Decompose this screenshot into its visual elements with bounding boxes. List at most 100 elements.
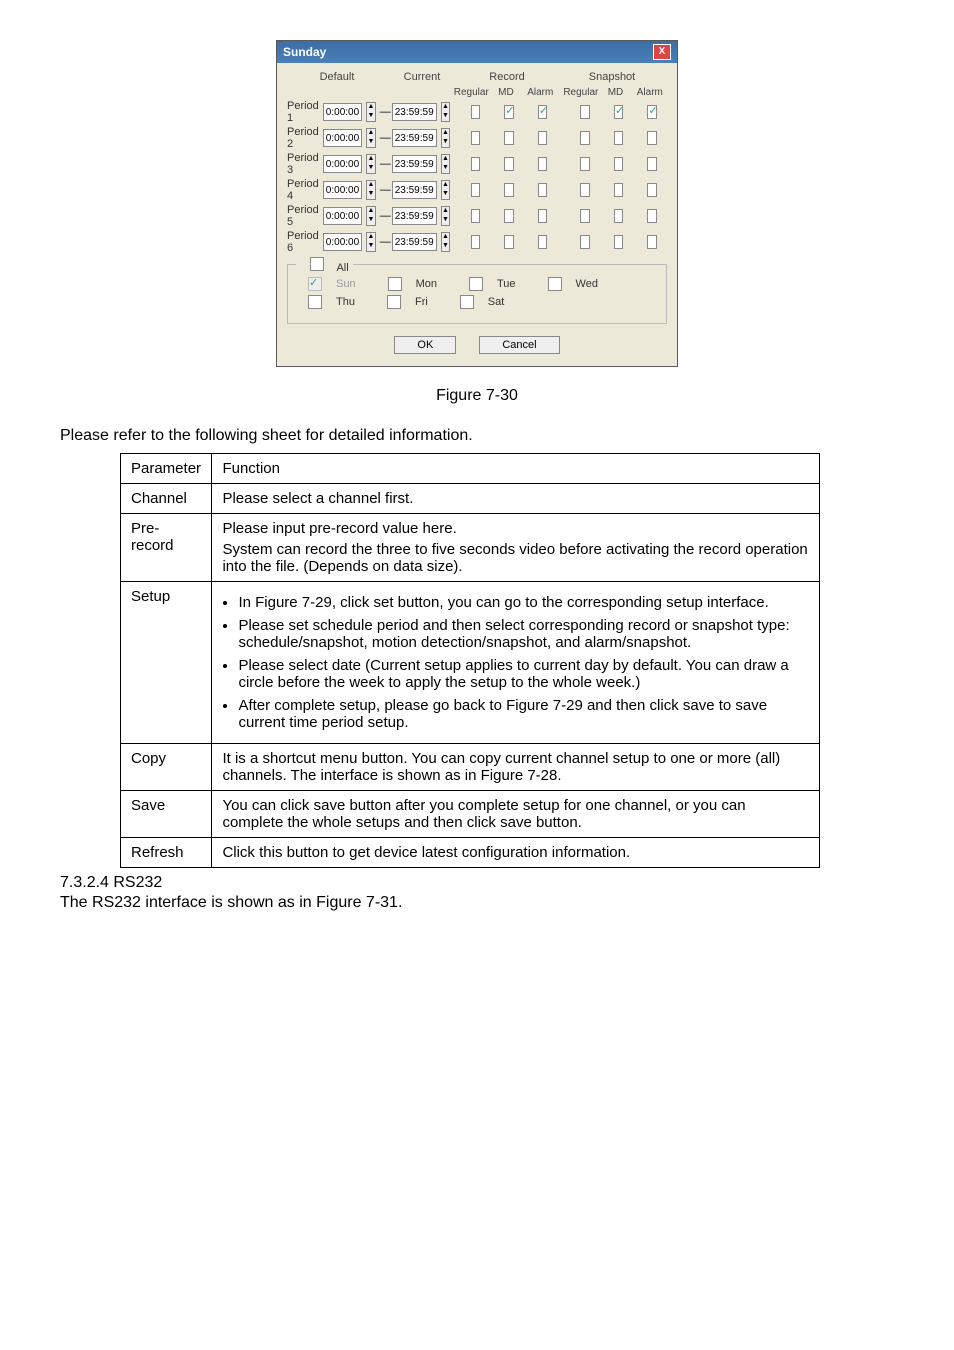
setup-b1: In Figure 7-29, click set button, you ca… <box>238 594 809 611</box>
sub-rec-regular: Regular <box>454 87 489 98</box>
period-from-input[interactable]: 0:00:00 <box>323 129 362 147</box>
header-default: Default <box>287 71 387 83</box>
table-row: Refresh Click this button to get device … <box>121 838 820 868</box>
spinner-icon[interactable]: ▲▼ <box>366 102 376 122</box>
spinner-icon[interactable]: ▲▼ <box>441 180 451 200</box>
day-wed-checkbox[interactable] <box>548 277 562 291</box>
snap-alarm-checkbox[interactable] <box>647 235 657 249</box>
spinner-icon[interactable]: ▲▼ <box>366 128 376 148</box>
period-to-input[interactable]: 23:59:59 <box>392 181 437 199</box>
day-thu-checkbox[interactable] <box>308 295 322 309</box>
cell-param: Copy <box>121 744 212 791</box>
cell-param: Save <box>121 791 212 838</box>
snap-regular-checkbox[interactable] <box>580 105 590 119</box>
sub-rec-alarm: Alarm <box>523 87 557 98</box>
dash-icon: — <box>380 210 388 222</box>
spinner-icon[interactable]: ▲▼ <box>441 102 451 122</box>
cell-param: Pre-record <box>121 514 212 582</box>
spinner-icon[interactable]: ▲▼ <box>366 206 376 226</box>
snap-regular-checkbox[interactable] <box>580 157 590 171</box>
rec-regular-checkbox[interactable] <box>471 157 481 171</box>
snap-md-checkbox[interactable] <box>614 105 624 119</box>
spinner-icon[interactable]: ▲▼ <box>441 154 451 174</box>
spinner-icon[interactable]: ▲▼ <box>366 154 376 174</box>
snap-md-checkbox[interactable] <box>614 131 624 145</box>
header-snapshot: Snapshot <box>557 71 667 83</box>
rec-alarm-checkbox[interactable] <box>538 235 548 249</box>
day-mon-checkbox[interactable] <box>388 277 402 291</box>
period-from-input[interactable]: 0:00:00 <box>323 207 362 225</box>
rec-md-checkbox[interactable] <box>504 157 514 171</box>
period-to-input[interactable]: 23:59:59 <box>392 207 437 225</box>
period-row: Period 40:00:00▲▼—23:59:59▲▼ <box>287 178 667 202</box>
snap-md-checkbox[interactable] <box>614 183 624 197</box>
rec-alarm-checkbox[interactable] <box>538 105 548 119</box>
snap-alarm-checkbox[interactable] <box>647 131 657 145</box>
ok-button[interactable]: OK <box>394 336 456 354</box>
rec-alarm-checkbox[interactable] <box>538 209 548 223</box>
intro-text: Please refer to the following sheet for … <box>60 427 894 445</box>
day-wed: Wed <box>576 278 598 290</box>
period-from-input[interactable]: 0:00:00 <box>323 155 362 173</box>
cancel-button[interactable]: Cancel <box>479 336 559 354</box>
all-days-fieldset: All Sun Mon Tue Wed Thu Fri Sat <box>287 264 667 324</box>
dash-icon: — <box>380 236 388 248</box>
snap-md-checkbox[interactable] <box>614 235 624 249</box>
period-row: Period 10:00:00▲▼—23:59:59▲▼ <box>287 100 667 124</box>
period-to-input[interactable]: 23:59:59 <box>392 129 437 147</box>
snap-alarm-checkbox[interactable] <box>647 157 657 171</box>
cell-param: Setup <box>121 582 212 744</box>
snap-md-checkbox[interactable] <box>614 209 624 223</box>
snap-regular-checkbox[interactable] <box>580 183 590 197</box>
day-tue-checkbox[interactable] <box>469 277 483 291</box>
period-to-input[interactable]: 23:59:59 <box>392 233 437 251</box>
day-fri-checkbox[interactable] <box>387 295 401 309</box>
rec-alarm-checkbox[interactable] <box>538 183 548 197</box>
rec-md-checkbox[interactable] <box>504 235 514 249</box>
snap-alarm-checkbox[interactable] <box>647 105 657 119</box>
dash-icon: — <box>380 106 388 118</box>
spinner-icon[interactable]: ▲▼ <box>441 128 451 148</box>
snap-alarm-checkbox[interactable] <box>647 183 657 197</box>
figure-caption: Figure 7-30 <box>60 387 894 405</box>
spinner-icon[interactable]: ▲▼ <box>366 180 376 200</box>
setup-b2: Please set schedule period and then sele… <box>238 617 809 651</box>
period-from-input[interactable]: 0:00:00 <box>323 233 362 251</box>
rec-regular-checkbox[interactable] <box>471 105 481 119</box>
rec-regular-checkbox[interactable] <box>471 131 481 145</box>
period-label: Period 6 <box>287 230 319 254</box>
rec-regular-checkbox[interactable] <box>471 235 481 249</box>
sub-headers: Regular MD Alarm Regular MD Alarm <box>287 87 667 98</box>
snap-md-checkbox[interactable] <box>614 157 624 171</box>
rec-regular-checkbox[interactable] <box>471 183 481 197</box>
dialog-title-bar: Sunday X <box>277 41 677 63</box>
close-icon[interactable]: X <box>653 44 671 60</box>
rec-md-checkbox[interactable] <box>504 131 514 145</box>
rec-md-checkbox[interactable] <box>504 105 514 119</box>
day-sat-checkbox[interactable] <box>460 295 474 309</box>
period-from-input[interactable]: 0:00:00 <box>323 181 362 199</box>
period-from-input[interactable]: 0:00:00 <box>323 103 362 121</box>
rec-md-checkbox[interactable] <box>504 183 514 197</box>
snap-alarm-checkbox[interactable] <box>647 209 657 223</box>
rec-alarm-checkbox[interactable] <box>538 131 548 145</box>
snap-regular-checkbox[interactable] <box>580 209 590 223</box>
snap-regular-checkbox[interactable] <box>580 235 590 249</box>
period-to-input[interactable]: 23:59:59 <box>392 155 437 173</box>
rec-alarm-checkbox[interactable] <box>538 157 548 171</box>
period-to-input[interactable]: 23:59:59 <box>392 103 437 121</box>
rec-md-checkbox[interactable] <box>504 209 514 223</box>
cell-func: Please input pre-record value here. Syst… <box>212 514 820 582</box>
rec-regular-checkbox[interactable] <box>471 209 481 223</box>
dash-icon: — <box>380 158 388 170</box>
sub-snap-regular: Regular <box>563 87 598 98</box>
snap-regular-checkbox[interactable] <box>580 131 590 145</box>
spinner-icon[interactable]: ▲▼ <box>441 206 451 226</box>
cell-func: In Figure 7-29, click set button, you ca… <box>212 582 820 744</box>
section-heading: 7.3.2.4 RS232 <box>60 874 894 892</box>
spinner-icon[interactable]: ▲▼ <box>441 232 451 252</box>
all-checkbox[interactable] <box>310 257 324 271</box>
pre-line2: System can record the three to five seco… <box>222 541 809 575</box>
header-current: Current <box>387 71 457 83</box>
spinner-icon[interactable]: ▲▼ <box>366 232 376 252</box>
